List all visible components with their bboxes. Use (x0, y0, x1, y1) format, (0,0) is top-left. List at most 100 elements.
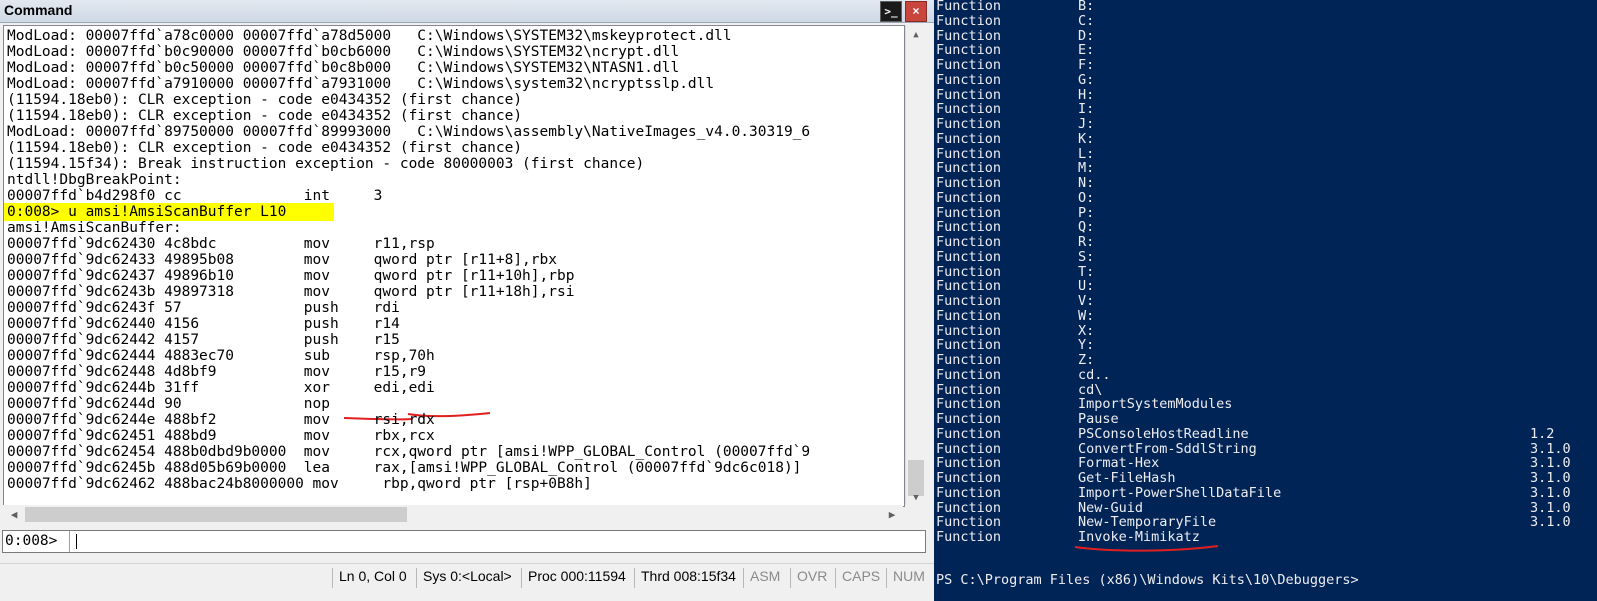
output-line-text: 00007ffd`9dc62437 49896b10 mov qword ptr… (7, 268, 575, 284)
command-row: Function ConvertFrom-SddlString 3.1.0 (934, 440, 1594, 457)
output-line-text: ModLoad: 00007ffd`b0c50000 00007ffd`b0c8… (7, 60, 680, 76)
status-proc: Proc 000:11594 (521, 568, 626, 588)
output-line-text: ModLoad: 00007ffd`a78c0000 00007ffd`a78d… (7, 28, 732, 44)
command-name: cd\ (1078, 381, 1103, 398)
command-row: Function U: (934, 279, 1594, 294)
output-line-text: 00007ffd`b4d298f0 cc int 3 (7, 188, 383, 204)
command-version: 3.1.0 (1530, 440, 1571, 457)
command-name: Format-Hex (1078, 455, 1160, 472)
command-name: P: (1078, 204, 1095, 221)
command-row: Function H: (934, 86, 1594, 103)
command-name: H: (1078, 86, 1095, 103)
output-line: 00007ffd`9dc62448 4d8bf9 mov r15,r9 (7, 364, 810, 380)
horizontal-scroll-thumb[interactable] (25, 507, 407, 522)
output-line-text: (11594.15f34): Break instruction excepti… (7, 156, 645, 172)
command-row: Function D: (934, 28, 1594, 44)
horizontal-scrollbar[interactable]: ◀ ▶ (3, 505, 903, 524)
command-output-pane[interactable]: ModLoad: 00007ffd`a78c0000 00007ffd`a78d… (3, 25, 905, 507)
output-line-text: (11594.18eb0): CLR exception - code e043… (7, 92, 523, 108)
command-type: Function (936, 175, 1002, 191)
command-type: Function (936, 337, 1002, 354)
command-name: New-Guid (1078, 499, 1144, 516)
command-name: M: (1078, 160, 1095, 177)
output-line: 0:008> u amsi!AmsiScanBuffer L10 (4, 203, 810, 221)
output-line-text: 00007ffd`9dc6245b 488d05b69b0000 lea rax… (7, 460, 802, 476)
command-row: Function M: (934, 161, 1594, 176)
command-name: Z: (1078, 352, 1095, 368)
output-line: 00007ffd`9dc62442 4157 push r15 (7, 332, 810, 348)
output-line: 00007ffd`9dc62451 488bd9 mov rbx,rcx (7, 428, 810, 444)
command-name: C: (1078, 12, 1095, 29)
output-line-text: 00007ffd`9dc6243f 57 push rdi (7, 300, 400, 316)
command-type: Function (936, 189, 1002, 206)
command-row: Function P: (934, 204, 1594, 221)
output-line-text: 00007ffd`9dc62444 4883ec70 sub rsp,70h (7, 348, 435, 364)
status-num: NUM (886, 568, 925, 588)
scroll-down-icon[interactable]: ▼ (906, 490, 926, 506)
command-type: Function (936, 160, 1002, 177)
output-line-text: 00007ffd`9dc62440 4156 push r14 (7, 316, 400, 332)
status-sys: Sys 0:<Local> (416, 568, 512, 588)
close-icon[interactable]: × (905, 1, 927, 22)
status-caps: CAPS (835, 568, 880, 588)
output-line: ModLoad: 00007ffd`a78c0000 00007ffd`a78d… (7, 28, 810, 44)
command-name: Get-FileHash (1078, 470, 1176, 486)
output-line: 00007ffd`9dc62437 49896b10 mov qword ptr… (7, 268, 810, 284)
command-type: Function (936, 499, 1002, 516)
output-line-text: 00007ffd`9dc62454 488b0dbd9b0000 mov rcx… (7, 444, 811, 460)
scroll-up-icon[interactable]: ▲ (906, 27, 926, 43)
command-type: Function (936, 248, 1002, 265)
command-input[interactable] (75, 531, 915, 550)
command-type: Function (936, 352, 1002, 368)
command-prompt-label: 0:008> (5, 533, 58, 549)
scroll-left-icon[interactable]: ◀ (5, 505, 23, 524)
command-type: Function (936, 0, 1002, 14)
command-row: Function Y: (934, 338, 1594, 353)
output-line-text: 00007ffd`9dc62448 4d8bf9 mov r15,r9 (7, 364, 427, 380)
command-name: Pause (1078, 411, 1119, 427)
command-type: Function (936, 470, 1002, 486)
command-type: Function (936, 130, 1002, 147)
output-line: 00007ffd`9dc6243b 49897318 mov qword ptr… (7, 284, 810, 300)
powershell-prompt[interactable]: PS C:\Program Files (x86)\Windows Kits\1… (936, 572, 1359, 588)
command-name: R: (1078, 234, 1095, 250)
command-type: Function (936, 116, 1002, 132)
command-name: B: (1078, 0, 1095, 14)
command-name: S: (1078, 248, 1095, 265)
command-type: Function (936, 145, 1002, 162)
command-type: Function (936, 322, 1002, 339)
command-row: Function G: (934, 72, 1594, 88)
command-name: Q: (1078, 219, 1095, 236)
command-type: Function (936, 396, 1002, 413)
command-type: Function (936, 484, 1002, 501)
scroll-right-icon[interactable]: ▶ (883, 505, 901, 524)
command-prompt-icon[interactable]: >_ (880, 1, 902, 22)
vertical-scrollbar[interactable]: ▲ ▼ (905, 25, 926, 505)
command-row: Function O: (934, 189, 1594, 206)
command-row: Function New-Guid 3.1.0 (934, 499, 1594, 516)
status-line-col: Ln 0, Col 0 (332, 568, 407, 588)
output-line: 00007ffd`9dc6245b 488d05b69b0000 lea rax… (7, 460, 810, 476)
output-line: ModLoad: 00007ffd`89750000 00007ffd`8999… (7, 124, 810, 140)
command-type: Function (936, 425, 1002, 442)
output-line: ModLoad: 00007ffd`a7910000 00007ffd`a793… (7, 76, 810, 92)
output-line: ntdll!DbgBreakPoint: (7, 172, 810, 188)
powershell-console[interactable]: Function B: Function C: Function D: Function E:… (934, 0, 1597, 601)
output-line-text: 00007ffd`9dc6244e 488bf2 mov rsi,rdx (7, 412, 435, 428)
command-type: Function (936, 234, 1002, 250)
command-row: Function J: (934, 117, 1594, 132)
command-row: Function N: (934, 176, 1594, 191)
command-version: 3.1.0 (1530, 514, 1571, 531)
command-row: Function PSConsoleHostReadline 1.2 (934, 425, 1594, 442)
output-line: 00007ffd`9dc62454 488b0dbd9b0000 mov rcx… (7, 444, 810, 460)
output-line-text: 00007ffd`9dc62430 4c8bdc mov r11,rsp (7, 236, 435, 252)
command-row: Function Q: (934, 220, 1594, 235)
status-bar: Ln 0, Col 0 Sys 0:<Local> Proc 000:11594… (0, 563, 934, 592)
command-version: 3.1.0 (1530, 499, 1571, 516)
output-line: ModLoad: 00007ffd`b0c50000 00007ffd`b0c8… (7, 60, 810, 76)
status-ovr: OVR (790, 568, 827, 588)
command-name: T: (1078, 263, 1095, 280)
command-type: Function (936, 57, 1002, 73)
command-name: N: (1078, 175, 1095, 191)
command-name: L: (1078, 145, 1095, 162)
